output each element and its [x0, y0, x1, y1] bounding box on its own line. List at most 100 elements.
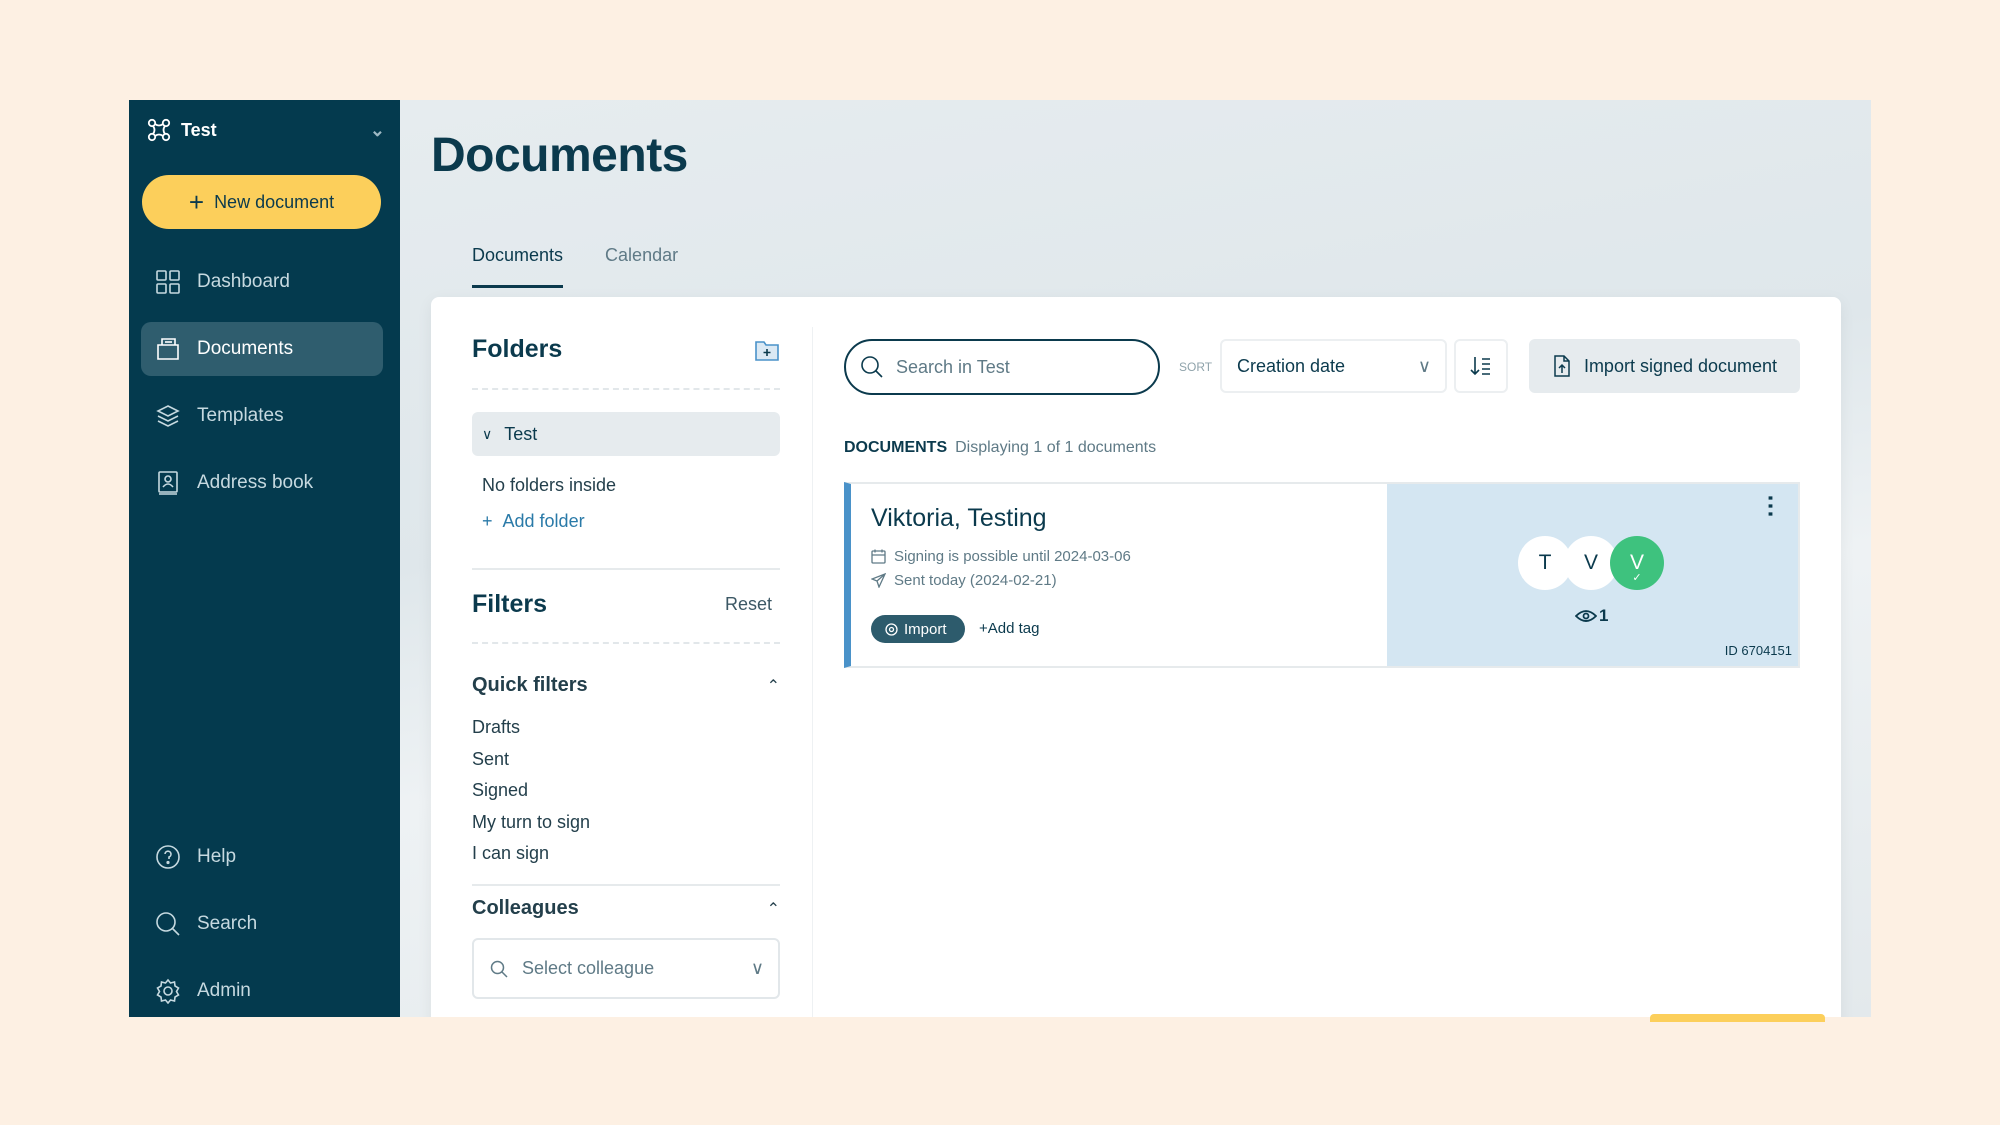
add-folder-label: Add folder [502, 511, 585, 531]
colleague-placeholder: Select colleague [522, 958, 655, 978]
chevron-down-icon: ∨ [482, 425, 493, 442]
gear-icon [156, 978, 180, 1004]
signer-avatar-signed[interactable]: V ✓ [1610, 536, 1664, 590]
eye-icon [1575, 610, 1597, 622]
quick-filter-my-turn[interactable]: My turn to sign [472, 812, 590, 833]
grid-icon [156, 270, 180, 294]
divider [472, 642, 780, 644]
divider [472, 884, 780, 886]
tag-gear-icon [885, 622, 898, 636]
filters-header: Filters Reset [472, 590, 780, 619]
document-info: Viktoria, Testing Signing is possible un… [851, 484, 1387, 666]
search-placeholder: Search in Test [896, 356, 1010, 377]
signer-avatars: T V V ✓ [1518, 536, 1664, 590]
no-folders-text: No folders inside [482, 475, 617, 495]
new-document-label: New document [214, 191, 335, 212]
page-title: Documents [431, 129, 688, 182]
quick-filter-i-can-sign[interactable]: I can sign [472, 843, 549, 864]
sidebar-item-dashboard[interactable]: Dashboard [141, 255, 383, 309]
deadline-text: Signing is possible until 2024-03-06 [894, 548, 1131, 565]
tab-calendar[interactable]: Calendar [605, 245, 678, 288]
quick-filters-title: Quick filters [472, 674, 588, 696]
sidebar-item-templates[interactable]: Templates [141, 389, 383, 443]
sort-direction-button[interactable] [1454, 339, 1508, 393]
colleague-select[interactable]: Select colleague ∨ [472, 938, 780, 999]
nav-label: Search [197, 913, 258, 934]
folders-title: Folders [472, 335, 563, 363]
add-tag-button[interactable]: +Add tag [979, 620, 1039, 637]
document-count: DOCUMENTS Displaying 1 of 1 documents [844, 439, 1156, 457]
sort-value: Creation date [1237, 355, 1346, 376]
sidebar-item-documents[interactable]: Documents [141, 322, 383, 376]
layers-icon [156, 405, 180, 427]
views-number: 1 [1599, 606, 1609, 625]
signer-initial: T [1538, 551, 1552, 574]
document-id: ID 6704151 [1724, 643, 1792, 658]
folders-header: Folders [472, 335, 780, 364]
nav-label: Templates [197, 405, 284, 426]
document-signers: ⋯ T V V ✓ 1 ID 6704151 [1387, 484, 1798, 666]
nav-label: Documents [197, 338, 294, 359]
chevron-down-icon: ⌄ [369, 119, 385, 140]
colleagues-header[interactable]: Colleagues ⌃ [472, 897, 780, 920]
folder-icon [157, 338, 179, 360]
folder-name: Test [504, 423, 538, 444]
contact-book-icon [158, 471, 178, 495]
add-folder-link[interactable]: + Add folder [482, 511, 585, 532]
folder-item-test[interactable]: ∨ Test [472, 412, 780, 456]
colleagues-title: Colleagues [472, 897, 579, 919]
add-folder-icon[interactable] [754, 338, 780, 362]
sidebar: Test ⌄ + New document Dashboard Document… [129, 100, 400, 1017]
chevron-down-icon: ∨ [1417, 355, 1431, 376]
more-options-icon[interactable]: ⋯ [1757, 494, 1784, 518]
document-sent: Sent today (2024-02-21) [871, 572, 1057, 589]
nav-label: Dashboard [197, 271, 290, 292]
divider [472, 568, 780, 570]
plus-icon: + [482, 511, 503, 531]
search-icon [861, 356, 883, 378]
search-icon [490, 960, 508, 978]
tag-label: Import [904, 620, 947, 638]
sidebar-item-admin[interactable]: Admin [141, 964, 383, 1017]
sort-label: SORT [1179, 360, 1213, 374]
calendar-icon [871, 549, 886, 564]
search-icon [156, 912, 180, 936]
sidebar-item-address-book[interactable]: Address book [141, 456, 383, 510]
import-signed-document-button[interactable]: Import signed document [1529, 339, 1800, 393]
tab-bar: Documents Calendar [472, 245, 678, 288]
count-text: Displaying 1 of 1 documents [955, 439, 1157, 456]
documents-panel: Folders ∨ Test No folders inside + Add f… [431, 297, 1841, 1017]
file-upload-icon [1554, 355, 1570, 377]
quick-filter-drafts[interactable]: Drafts [472, 717, 520, 738]
document-deadline: Signing is possible until 2024-03-06 [871, 548, 1131, 565]
help-icon [156, 845, 180, 869]
nav-label: Admin [197, 980, 251, 1001]
app-window: Test ⌄ + New document Dashboard Document… [129, 100, 1871, 1017]
sidebar-item-help[interactable]: Help [141, 830, 383, 884]
chevron-up-icon: ⌃ [766, 677, 780, 695]
sidebar-item-search[interactable]: Search [141, 897, 383, 951]
sort-select[interactable]: Creation date ∨ [1220, 339, 1447, 393]
search-input[interactable]: Search in Test [844, 339, 1160, 395]
document-row[interactable]: Viktoria, Testing Signing is possible un… [844, 482, 1800, 668]
main-area: Documents Documents Calendar Folders ∨ T… [400, 100, 1871, 1017]
filters-title: Filters [472, 590, 548, 618]
chevron-down-icon: ∨ [750, 958, 764, 978]
reset-filters-button[interactable]: Reset [725, 594, 772, 615]
quick-filter-sent[interactable]: Sent [472, 749, 509, 770]
document-title[interactable]: Viktoria, Testing [871, 504, 1047, 533]
nav-label: Help [197, 846, 237, 867]
chevron-up-icon: ⌃ [766, 900, 780, 918]
org-name: Test [181, 119, 217, 140]
sort-descending-icon [1470, 357, 1490, 376]
new-document-button[interactable]: + New document [142, 175, 381, 229]
check-icon: ✓ [1632, 572, 1642, 584]
quick-filters-header[interactable]: Quick filters ⌃ [472, 674, 780, 697]
help-widget-tab[interactable] [1650, 1014, 1825, 1022]
quick-filter-signed[interactable]: Signed [472, 780, 528, 801]
tab-documents[interactable]: Documents [472, 245, 564, 288]
tag-import[interactable]: Import [871, 615, 965, 643]
sent-text: Sent today (2024-02-21) [894, 572, 1057, 589]
org-switcher[interactable]: Test ⌄ [147, 114, 385, 146]
documents-heading: DOCUMENTS [844, 439, 948, 456]
